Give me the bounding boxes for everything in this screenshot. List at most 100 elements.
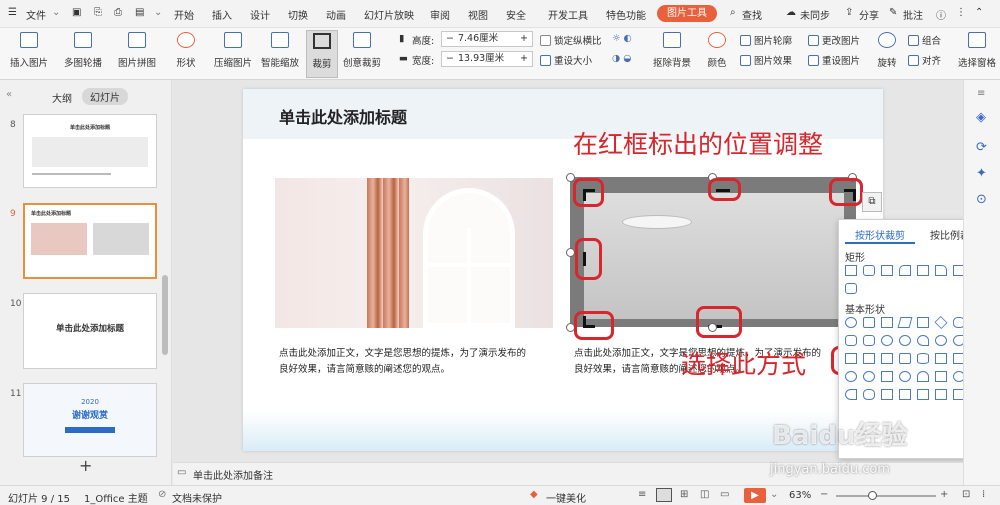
more-icon[interactable]: ⌄ [154,7,162,18]
tab-features[interactable]: 特色功能 [606,7,646,22]
shape-can[interactable] [917,353,929,364]
width-field[interactable]: −13.93厘米 + [441,51,533,67]
design-icon[interactable]: ⟳ [976,140,987,155]
shape-pie[interactable] [917,335,929,346]
chevron-down-icon[interactable]: ⌄ [770,489,778,500]
sync-status[interactable]: 未同步 [800,7,830,22]
more-options-icon[interactable]: ⋮ [956,7,966,18]
more-icon[interactable]: ⁞ [982,489,985,500]
selection-pane-button[interactable]: 选择窗格 [955,30,999,78]
shape-bracket[interactable] [899,389,911,400]
save-icon[interactable]: ▣ [72,7,81,18]
slide-sorter-icon[interactable]: ⊞ [680,489,688,500]
compress-picture-button[interactable]: 压缩图片 [210,30,256,78]
help-icon[interactable]: ⓘ [936,7,946,22]
shape-bracket[interactable] [881,389,893,400]
beautify-button[interactable]: 一键美化 [546,490,586,505]
file-menu[interactable]: 文件 [26,7,46,22]
comment-button[interactable]: 批注 [903,7,923,22]
shape-rounded-rect[interactable] [863,265,875,276]
group-button[interactable]: 组合 [908,33,941,47]
brightness-icon[interactable]: ☼ ◐ [612,33,632,44]
tab-start[interactable]: 开始 [174,7,194,22]
zoom-level[interactable]: 63% [789,490,811,501]
shape-brace[interactable] [917,389,929,400]
tab-animation[interactable]: 动画 [326,7,346,22]
height-field[interactable]: −7.46厘米 + [441,31,533,47]
collapse-ribbon-icon[interactable]: ⌃ [975,7,983,18]
shape-plus[interactable] [881,353,893,364]
slide-title[interactable]: 单击此处添加标题 [279,104,407,128]
shape-cloud[interactable] [863,389,875,400]
creative-crop-button[interactable]: 创意裁剪 [342,30,382,78]
shape-button[interactable]: 形状 [168,30,204,78]
tab-developer[interactable]: 开发工具 [548,7,588,22]
share-button[interactable]: 分享 [859,7,879,22]
picture-effect-button[interactable]: 图片效果 [740,53,792,67]
shape-parallelogram[interactable] [897,317,913,328]
tab-outline[interactable]: 大纲 [52,90,72,105]
shape-octagon[interactable] [863,335,875,346]
tab-insert[interactable]: 插入 [212,7,232,22]
contrast-icon[interactable]: ◑ ◒ [612,53,632,64]
reading-view-icon[interactable]: ◫ [700,489,709,500]
align-button[interactable]: 对齐 [908,53,941,67]
zoom-out-icon[interactable]: − [820,489,828,500]
shape-folded-corner[interactable] [881,371,893,382]
tab-security[interactable]: 安全 [506,7,526,22]
shape-half-frame[interactable] [845,353,857,364]
notes-view-icon[interactable]: ▭ [720,489,729,500]
crop-button[interactable]: 裁剪 [306,30,338,78]
shape-triangle[interactable] [863,317,875,328]
play-icon[interactable]: ▶ [744,488,766,503]
increment-icon[interactable]: + [520,52,528,66]
color-button[interactable]: 颜色 [702,30,732,78]
lock-ratio-checkbox[interactable]: 锁定纵横比 [540,33,602,47]
tab-design[interactable]: 设计 [250,7,270,22]
curtain-window-image[interactable] [275,178,553,328]
tab-picture-tools[interactable]: 图片工具 [657,5,717,22]
smart-zoom-button[interactable]: 智能缩放 [258,30,302,78]
slide-thumbnail-11[interactable]: 2020 谢谢观赏 [23,383,157,457]
body-text-left[interactable]: 点击此处添加正文，文字是您思想的提炼，为了演示发布的 良好效果，请言简意赅的阐述您… [279,346,526,378]
shape-dodecagon[interactable] [899,335,911,346]
shape-rect[interactable] [917,265,929,276]
shape-chord[interactable] [935,335,947,346]
animation-icon[interactable]: ✦ [976,166,987,181]
insert-picture-button[interactable]: 插入图片 [6,30,52,78]
tab-slides[interactable]: 幻灯片 [82,88,128,105]
slide-thumbnail-10[interactable]: 单击此处添加标题 [23,293,157,369]
shape-plaque[interactable] [899,353,911,364]
resize-button[interactable]: 重设大小 [540,53,592,67]
tab-view[interactable]: 视图 [468,7,488,22]
shape-block-arc[interactable] [863,371,875,382]
shape-smiley[interactable] [899,371,911,382]
slide-thumbnail-9[interactable]: 单击此处添加标题 [23,203,157,279]
zoom-in-icon[interactable]: + [940,489,948,500]
print-preview-icon[interactable]: ▤ [135,7,144,18]
search-icon[interactable]: ⌕ [730,7,736,18]
shape-heptagon[interactable] [845,335,857,346]
shape-diamond[interactable] [934,315,948,330]
reset-picture-button[interactable]: 重设图片 [808,53,860,67]
location-icon[interactable]: ⊙ [976,192,987,207]
increment-icon[interactable]: + [520,32,528,46]
tab-slideshow[interactable]: 幻灯片放映 [364,7,414,22]
print-icon[interactable]: ⎙ [114,7,122,18]
decrement-icon[interactable]: − [442,33,458,44]
collapse-panel-icon[interactable]: « [6,89,12,100]
shape-arc[interactable] [845,389,857,400]
decrement-icon[interactable]: − [442,53,458,64]
shape-no-symbol[interactable] [845,371,857,382]
remove-background-button[interactable]: 抠除背景 [650,30,694,78]
shape-lightning[interactable] [935,371,947,382]
multi-picture-carousel-button[interactable]: 多图轮播 [58,30,108,78]
picture-collage-button[interactable]: 图片拼图 [112,30,162,78]
add-slide-icon[interactable]: + [79,456,92,475]
theme-name[interactable]: 1_Office 主题 [84,490,148,505]
shape-trapezoid[interactable] [917,317,929,328]
shape-brace[interactable] [935,389,947,400]
shape-cube[interactable] [935,353,947,364]
tab-crop-by-shape[interactable]: 按形状裁剪 [855,227,905,242]
crop-mode-button[interactable]: ⧉ [862,192,882,212]
